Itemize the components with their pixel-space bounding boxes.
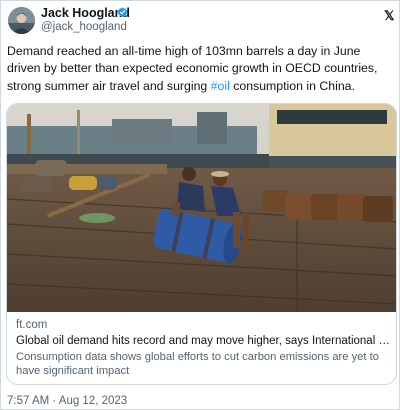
tweet-timestamp[interactable]: 7:57 AM · Aug 12, 2023 [7,395,127,407]
profile-photo-icon [8,7,35,34]
link-card[interactable]: ft.com Global oil demand hits record and… [6,103,397,385]
card-image [7,104,396,312]
hashtag-link[interactable]: #oil [211,79,230,93]
tweet-text-after: consumption in China. [229,78,355,93]
verified-badge-icon [117,7,128,17]
tweet-text: Demand reached an all-time high of 103mn… [7,43,395,95]
author-handle[interactable]: @jack_hoogland [41,21,127,33]
card-title[interactable]: Global oil demand hits record and may mo… [16,335,392,347]
x-logo-icon[interactable]: 𝕏 [384,8,394,24]
card-domain: ft.com [16,319,48,331]
card-description: Consumption data shows global efforts to… [16,351,379,377]
tweet-embed: Jack Hoogland @jack_hoogland 𝕏 Demand re… [0,0,400,410]
avatar[interactable] [8,7,35,34]
